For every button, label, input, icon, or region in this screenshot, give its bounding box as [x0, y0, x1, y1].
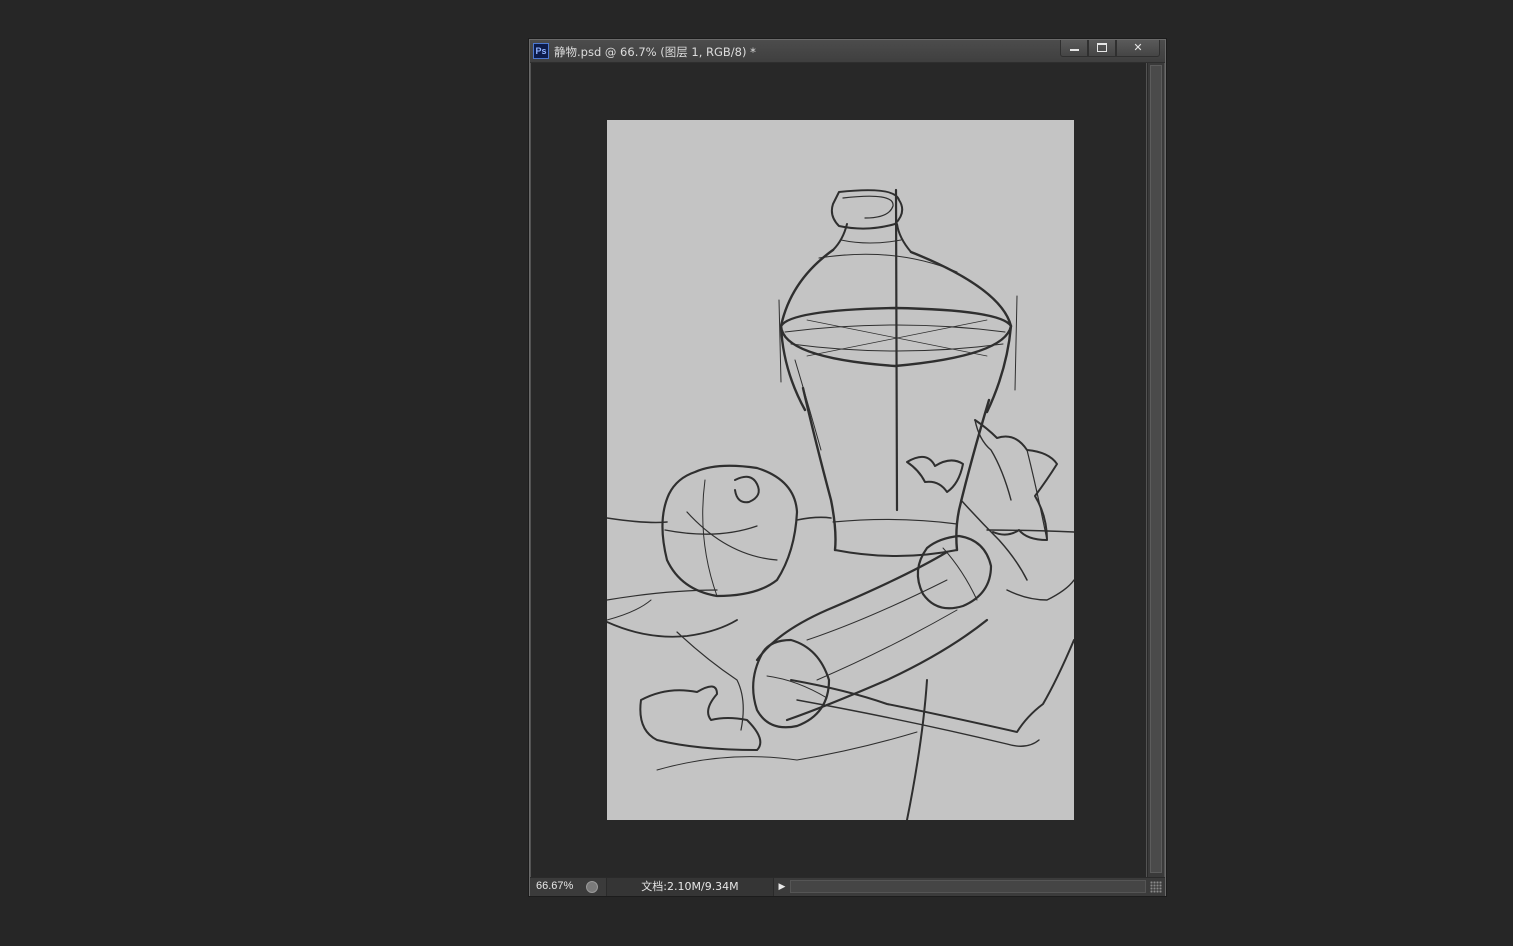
maximize-button[interactable]: [1088, 40, 1116, 57]
status-indicator-icon[interactable]: [586, 881, 598, 893]
sketch-drawing: [607, 188, 1074, 820]
vertical-scrollbar[interactable]: [1147, 63, 1164, 877]
document-titlebar[interactable]: Ps 静物.psd @ 66.7% (图层 1, RGB/8) * ✕: [530, 40, 1165, 63]
status-menu-arrow-icon[interactable]: ▶: [776, 881, 788, 893]
document-title: 静物.psd @ 66.7% (图层 1, RGB/8) *: [554, 45, 756, 59]
resize-grip-icon[interactable]: [1150, 881, 1162, 893]
vertical-scroll-thumb[interactable]: [1150, 65, 1162, 873]
photoshop-icon: Ps: [533, 43, 549, 59]
minimize-button[interactable]: [1060, 40, 1088, 57]
window-controls: ✕: [1060, 40, 1160, 57]
close-button[interactable]: ✕: [1116, 40, 1160, 57]
workspace: Ps 静物.psd @ 66.7% (图层 1, RGB/8) * ✕ 66.6…: [0, 0, 1513, 946]
close-icon: ✕: [1133, 41, 1143, 54]
zoom-level-field[interactable]: 66.67%: [536, 880, 573, 892]
status-bar: 66.67% 文档:2.10M/9.34M ▶: [530, 877, 1165, 896]
horizontal-scrollbar[interactable]: [790, 880, 1146, 893]
minimize-icon: [1069, 48, 1079, 51]
pasteboard[interactable]: [531, 63, 1146, 877]
image-canvas[interactable]: [607, 120, 1074, 820]
document-size-info: 文档:2.10M/9.34M: [606, 878, 774, 896]
maximize-icon: [1097, 43, 1107, 52]
document-window[interactable]: Ps 静物.psd @ 66.7% (图层 1, RGB/8) * ✕ 66.6…: [529, 39, 1166, 896]
